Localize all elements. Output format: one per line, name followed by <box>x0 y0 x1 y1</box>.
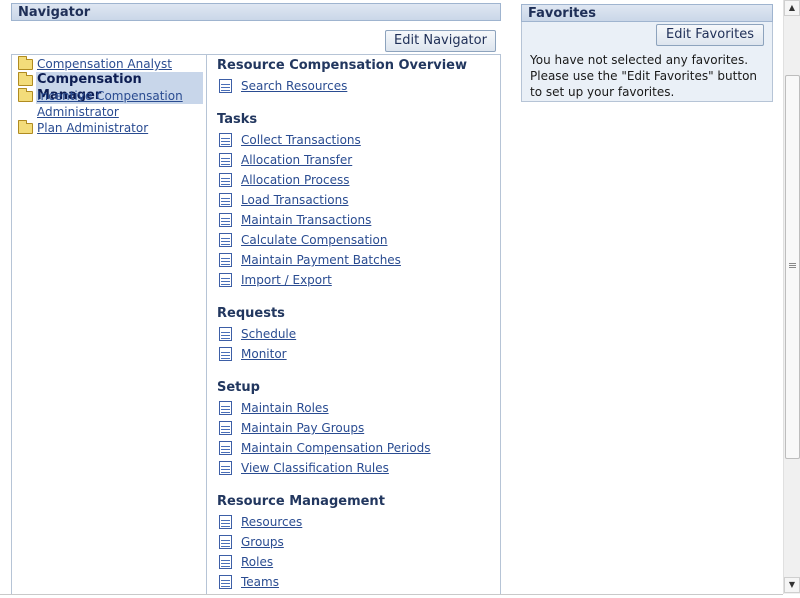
document-icon <box>219 327 232 341</box>
task-link[interactable]: Collect Transactions <box>241 132 361 148</box>
edit-favorites-button[interactable]: Edit Favorites <box>656 24 764 46</box>
task-link[interactable]: Groups <box>241 534 284 550</box>
favorites-panel: Edit Favorites You have not selected any… <box>521 22 773 102</box>
folder-icon <box>18 88 33 102</box>
task-link[interactable]: Roles <box>241 554 273 570</box>
document-icon <box>219 233 232 247</box>
task-link[interactable]: Maintain Payment Batches <box>241 252 401 268</box>
task-link[interactable]: Teams <box>241 574 279 590</box>
document-icon <box>219 555 232 569</box>
task-link[interactable]: Load Transactions <box>241 192 349 208</box>
group-title-requests: Requests <box>217 306 285 321</box>
group-title-setup: Setup <box>217 380 260 395</box>
task-link[interactable]: Schedule <box>241 326 296 342</box>
task-link[interactable]: Maintain Pay Groups <box>241 420 364 436</box>
favorites-empty-message: You have not selected any favorites. Ple… <box>530 53 758 99</box>
document-icon <box>219 173 232 187</box>
responsibility-tree: Compensation Analyst Compensation Manage… <box>12 55 207 595</box>
task-link[interactable]: Allocation Process <box>241 172 350 188</box>
document-icon <box>219 441 232 455</box>
task-link[interactable]: Resources <box>241 514 302 530</box>
folder-icon <box>18 120 33 134</box>
group-title-resource-management: Resource Management <box>217 494 385 509</box>
document-icon <box>219 461 232 475</box>
document-icon <box>219 347 232 361</box>
vertical-scrollbar[interactable]: ▲ ▼ <box>783 0 800 594</box>
document-icon <box>219 575 232 589</box>
folder-icon <box>18 72 33 86</box>
tree-item-label[interactable]: Incentive Compensation <box>37 88 183 104</box>
task-link[interactable]: Maintain Transactions <box>241 212 371 228</box>
document-icon <box>219 535 232 549</box>
task-link[interactable]: Allocation Transfer <box>241 152 352 168</box>
navigator-panel: Compensation Analyst Compensation Manage… <box>11 54 501 595</box>
folder-icon <box>18 56 33 70</box>
task-link[interactable]: Maintain Compensation Periods <box>241 440 431 456</box>
document-icon <box>219 193 232 207</box>
tree-item-incentive-compensation-administrator[interactable]: Incentive Compensation Administrator <box>18 88 203 120</box>
document-icon <box>219 153 232 167</box>
task-link[interactable]: Monitor <box>241 346 287 362</box>
navigator-header: Navigator <box>11 3 501 21</box>
task-link[interactable]: Calculate Compensation <box>241 232 387 248</box>
grip-icon <box>789 263 796 269</box>
favorites-header: Favorites <box>521 4 773 22</box>
page-bottom-edge <box>0 594 783 598</box>
task-link[interactable]: Import / Export <box>241 272 332 288</box>
tree-item-label[interactable]: Compensation Analyst <box>37 56 172 72</box>
scrollbar-thumb[interactable] <box>785 75 800 459</box>
document-icon <box>219 401 232 415</box>
document-icon <box>219 213 232 227</box>
group-title-resource-compensation-overview: Resource Compensation Overview <box>217 58 468 73</box>
document-icon <box>219 421 232 435</box>
scroll-up-arrow-icon[interactable]: ▲ <box>784 0 800 16</box>
task-link[interactable]: View Classification Rules <box>241 460 389 476</box>
document-icon <box>219 133 232 147</box>
scroll-down-arrow-icon[interactable]: ▼ <box>784 577 800 593</box>
edit-navigator-button[interactable]: Edit Navigator <box>385 30 496 52</box>
tree-item-label-continued[interactable]: Administrator <box>37 104 119 120</box>
document-icon <box>219 273 232 287</box>
document-icon <box>219 79 232 93</box>
tree-item-label[interactable]: Plan Administrator <box>37 120 148 136</box>
document-icon <box>219 515 232 529</box>
task-list: Resource Compensation Overview Search Re… <box>217 55 500 595</box>
task-link[interactable]: Search Resources <box>241 78 347 94</box>
group-title-tasks: Tasks <box>217 112 258 127</box>
document-icon <box>219 253 232 267</box>
task-link[interactable]: Maintain Roles <box>241 400 329 416</box>
